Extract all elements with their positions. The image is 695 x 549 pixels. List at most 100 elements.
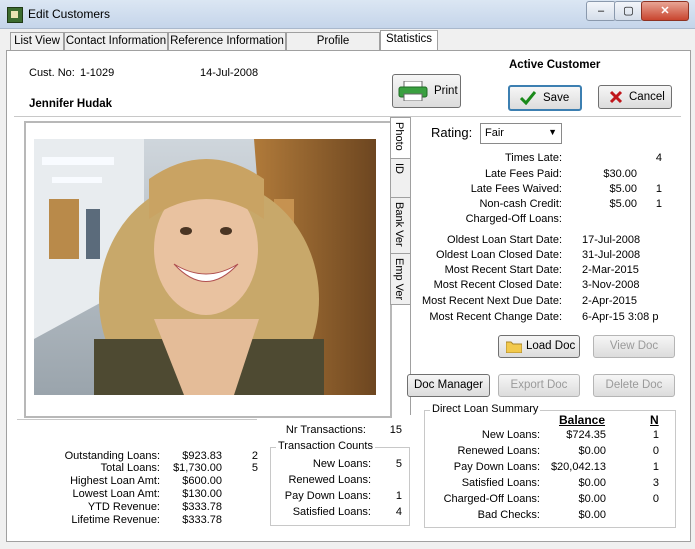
side-tab-emp-ver-label: Emp Ver (393, 258, 405, 301)
tab-reference-information[interactable]: Reference Information (168, 32, 286, 50)
balance-header: Balance (559, 413, 606, 427)
direct-loan-balance: $0.00 (578, 445, 606, 457)
tab-contact-information[interactable]: Contact Information (64, 32, 168, 50)
tab-statistics[interactable]: Statistics (380, 30, 438, 51)
stat-label: Non-cash Credit: (479, 198, 562, 210)
stat-label: Times Late: (504, 152, 562, 164)
direct-loan-label: New Loans: (481, 429, 540, 441)
chevron-down-icon: ▼ (548, 127, 557, 137)
transaction-label: Renewed Loans: (288, 474, 371, 486)
save-label: Save (543, 92, 570, 104)
direct-loan-balance: $0.00 (578, 493, 606, 505)
stat-label: Charged-Off Loans: (465, 213, 562, 225)
date-value: 17-Jul-2008 (582, 234, 641, 246)
direct-loan-n: 0 (652, 493, 659, 505)
export-doc-button[interactable]: Export Doc (498, 374, 580, 397)
view-doc-button[interactable]: View Doc (593, 335, 675, 358)
stat-count: 1 (655, 198, 662, 210)
nr-transactions-value: 15 (389, 424, 402, 436)
direct-loan-balance: $724.35 (566, 429, 606, 441)
transaction-count: 4 (395, 506, 402, 518)
direct-loan-n: 1 (652, 429, 659, 441)
cust-no-value: 1-1029 (80, 67, 115, 79)
totals-label: Outstanding Loans: (64, 450, 160, 462)
save-button[interactable]: Save (508, 85, 582, 111)
direct-loan-label: Renewed Loans: (457, 445, 540, 457)
direct-loan-label: Pay Down Loans: (453, 461, 540, 473)
cust-no-label: Cust. No: (29, 67, 75, 79)
totals-value: $600.00 (182, 475, 222, 487)
date-label: Oldest Loan Start Date: (447, 234, 562, 246)
load-doc-button[interactable]: Load Doc (498, 335, 580, 358)
totals-label: Lowest Loan Amt: (72, 488, 160, 500)
stat-label: Late Fees Paid: (484, 168, 562, 180)
side-tab-photo[interactable]: Photo (390, 117, 411, 159)
folder-icon (506, 341, 522, 353)
side-tab-photo-label: Photo (393, 122, 405, 151)
totals-value: $1,730.00 (173, 462, 222, 474)
transaction-label: New Loans: (312, 458, 371, 470)
transaction-label: Satisfied Loans: (292, 506, 371, 518)
customer-date: 14-Jul-2008 (200, 67, 259, 79)
direct-loan-label: Satisfied Loans: (461, 477, 540, 489)
side-tab-bank-ver[interactable]: Bank Ver (390, 197, 411, 254)
cancel-label: Cancel (629, 91, 665, 103)
direct-loan-label: Charged-Off Loans: (443, 493, 540, 505)
transaction-count: 1 (395, 490, 402, 502)
side-tab-emp-ver[interactable]: Emp Ver (390, 253, 411, 305)
totals-count: 5 (251, 462, 258, 474)
customer-name: Jennifer Hudak (29, 98, 113, 110)
date-value: 2-Mar-2015 (582, 264, 639, 276)
transaction-counts-title: Transaction Counts (276, 440, 375, 452)
stat-value: $30.00 (603, 168, 637, 180)
x-icon (609, 90, 623, 104)
totals-label: Lifetime Revenue: (71, 514, 160, 526)
rating-select[interactable]: Fair ▼ (480, 123, 562, 144)
totals-value: $333.78 (182, 501, 222, 513)
title-bar: Edit Customers – ▢ ✕ (0, 0, 695, 29)
direct-loan-n: 1 (652, 461, 659, 473)
date-label: Most Recent Change Date: (429, 311, 562, 323)
totals-value: $333.78 (182, 514, 222, 526)
tab-profile-information[interactable]: Profile Information (286, 32, 380, 64)
customer-photo (34, 139, 376, 395)
totals-count: 2 (251, 450, 258, 462)
totals-label: YTD Revenue: (87, 501, 160, 513)
photo-image (34, 139, 376, 395)
date-value: 2-Apr-2015 (582, 295, 638, 307)
side-tab-id[interactable]: ID (390, 158, 411, 198)
direct-loan-n: 3 (652, 477, 659, 489)
totals-label: Total Loans: (100, 462, 160, 474)
totals-label: Highest Loan Amt: (70, 475, 160, 487)
transaction-count: 5 (395, 458, 402, 470)
totals-value: $130.00 (182, 488, 222, 500)
direct-loan-summary-title: Direct Loan Summary (430, 403, 541, 415)
n-header: N (650, 413, 659, 427)
app-icon (7, 7, 23, 23)
side-tab-bank-ver-label: Bank Ver (393, 202, 405, 247)
side-tab-id-label: ID (393, 163, 405, 174)
header-divider (14, 116, 681, 117)
cancel-button[interactable]: Cancel (598, 85, 672, 109)
doc-manager-button[interactable]: Doc Manager (407, 374, 490, 397)
date-value: 3-Nov-2008 (582, 279, 640, 291)
tab-list-view[interactable]: List View (10, 32, 64, 50)
totals-divider (17, 419, 257, 420)
direct-loan-balance: $0.00 (578, 509, 606, 521)
close-button[interactable]: ✕ (641, 1, 689, 21)
customer-status: Active Customer (509, 59, 601, 71)
date-label: Most Recent Start Date: (444, 264, 562, 276)
minimize-button[interactable]: – (586, 1, 616, 21)
print-button[interactable]: Print (392, 74, 461, 108)
print-label: Print (434, 85, 458, 97)
date-value: 31-Jul-2008 (582, 249, 641, 261)
maximize-button[interactable]: ▢ (614, 1, 643, 21)
check-icon (520, 91, 536, 105)
rating-label: Rating: (431, 125, 473, 140)
direct-loan-label: Bad Checks: (477, 509, 540, 521)
date-value: 6-Apr-15 3:08 p (582, 311, 659, 323)
date-label: Oldest Loan Closed Date: (436, 249, 562, 261)
direct-loan-balance: $20,042.13 (550, 461, 606, 473)
stat-label: Late Fees Waived: (470, 183, 562, 195)
delete-doc-button[interactable]: Delete Doc (593, 374, 675, 397)
